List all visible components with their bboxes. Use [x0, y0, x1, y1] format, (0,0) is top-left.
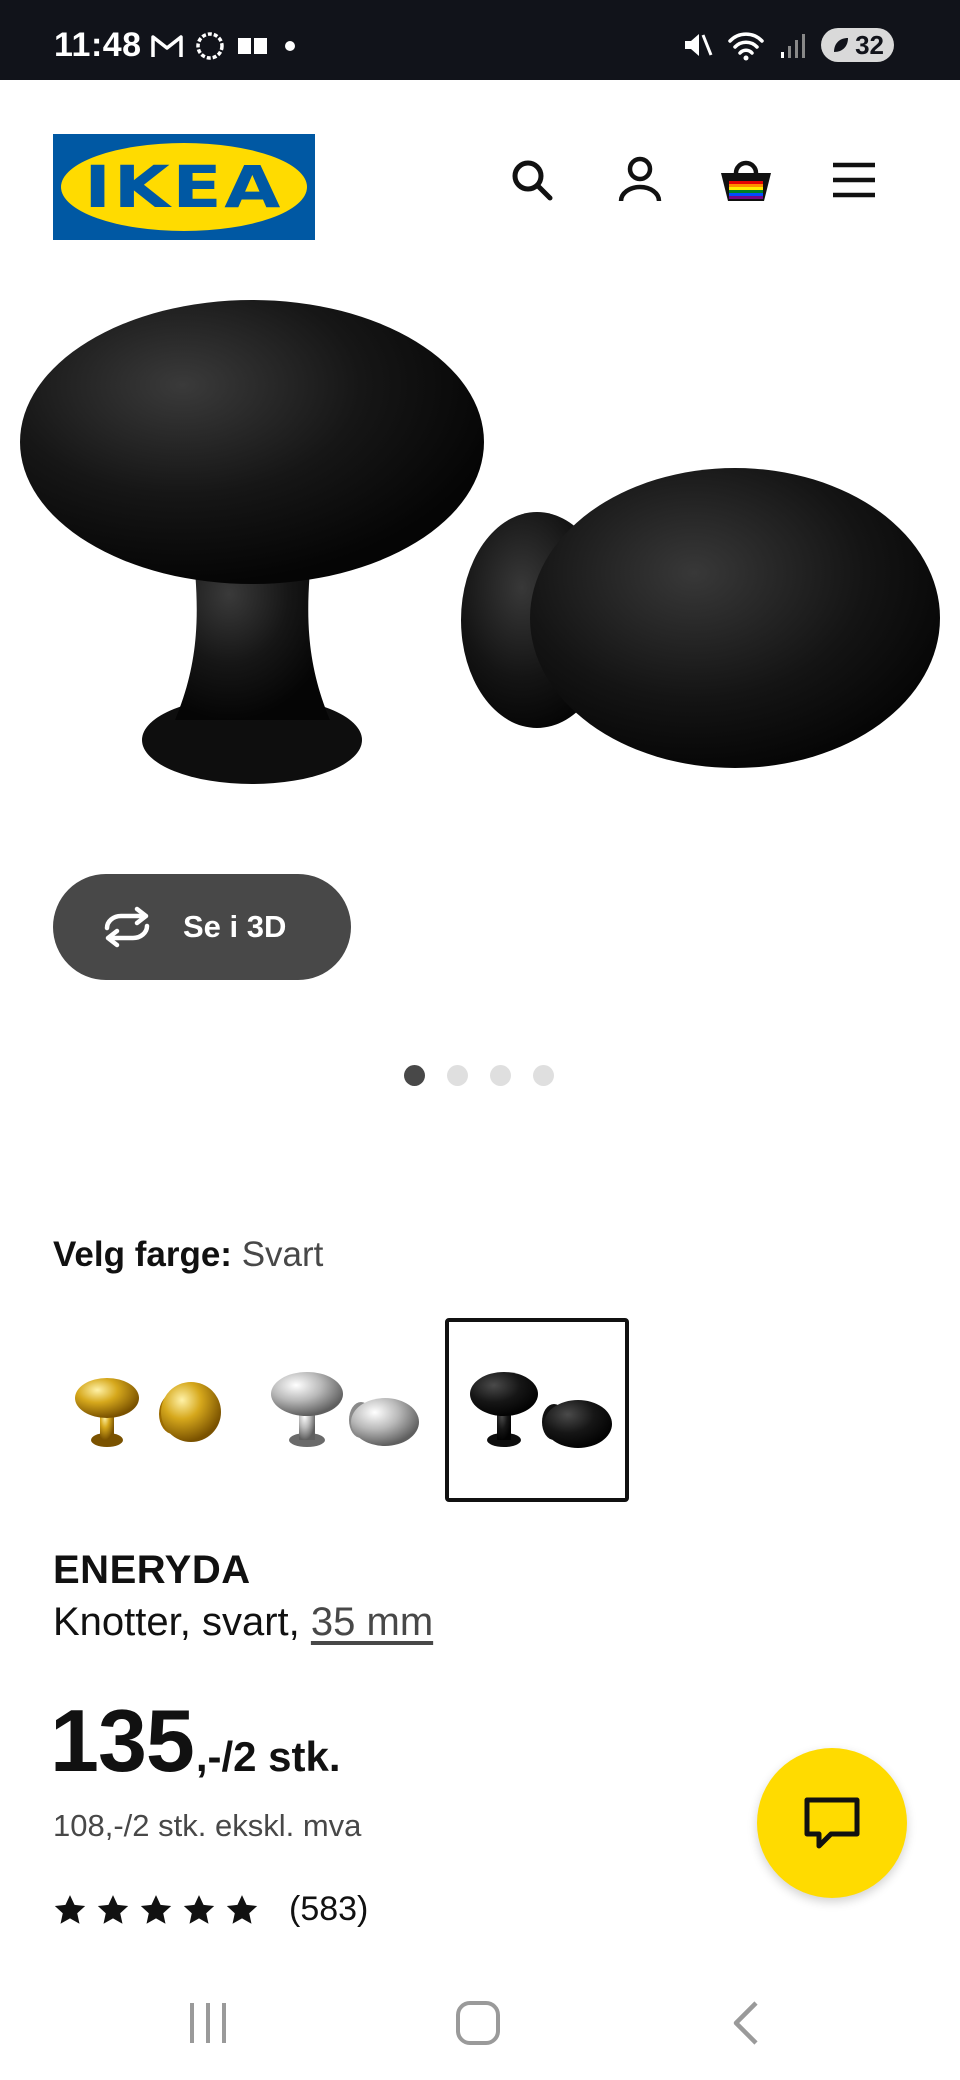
product-image[interactable]	[0, 280, 960, 840]
swatch-chrome[interactable]	[249, 1318, 433, 1502]
gold-knob-thumbnail	[75, 1378, 221, 1447]
color-value: Svart	[241, 1235, 324, 1274]
basket-button[interactable]	[710, 144, 782, 216]
battery-indicator: 32	[821, 28, 894, 62]
recent-apps-button[interactable]	[168, 1988, 248, 2058]
home-icon	[456, 2001, 500, 2045]
logo-oval: IKEA	[61, 143, 307, 231]
product-measure-link[interactable]: 35 mm	[311, 1600, 433, 1644]
product-name: ENERYDA	[53, 1548, 251, 1592]
knob-image	[20, 300, 940, 784]
system-icons: 32	[681, 28, 894, 62]
star-icon	[226, 1894, 258, 1924]
mute-icon	[685, 34, 713, 56]
status-bar: 11:48 32	[0, 0, 960, 80]
system-navigation-bar	[0, 1960, 960, 2080]
price-suffix: ,-/2 stk.	[195, 1733, 341, 1780]
rating-count: (583)	[289, 1890, 369, 1928]
color-swatches	[53, 1318, 629, 1502]
product-price: 135 ,-/2 stk.	[50, 1690, 341, 1792]
home-button[interactable]	[438, 1988, 518, 2058]
menu-icon	[833, 162, 875, 198]
swatch-gold[interactable]	[53, 1318, 237, 1502]
recents-icon	[190, 2003, 226, 2043]
logo-text: IKEA	[84, 153, 284, 221]
carousel-dot-2[interactable]	[447, 1065, 468, 1086]
view-3d-button[interactable]: Se i 3D	[53, 874, 351, 980]
card-icon	[238, 38, 267, 54]
color-selection: Velg farge: Svart	[53, 1235, 323, 1275]
back-button[interactable]	[706, 1988, 786, 2058]
swatch-black[interactable]	[445, 1318, 629, 1502]
chat-button[interactable]	[757, 1748, 907, 1898]
notification-icons	[150, 30, 300, 62]
star-icon	[97, 1894, 129, 1924]
wifi-icon	[728, 32, 764, 61]
black-knob-thumbnail	[470, 1372, 612, 1448]
carousel-dot-4[interactable]	[533, 1065, 554, 1086]
dot-icon	[285, 41, 295, 51]
view-3d-label: Se i 3D	[183, 909, 287, 944]
gmail-icon	[151, 35, 183, 57]
star-icon	[183, 1894, 215, 1924]
star-icon	[140, 1894, 172, 1924]
profile-button[interactable]	[604, 144, 676, 216]
search-icon	[512, 160, 553, 201]
profile-icon	[618, 156, 662, 202]
back-icon	[733, 2001, 758, 2045]
product-rating[interactable]: (583)	[53, 1890, 368, 1929]
color-label: Velg farge:	[53, 1235, 232, 1274]
ikea-logo[interactable]: IKEA	[53, 134, 315, 240]
product-description-text: Knotter, svart,	[53, 1600, 311, 1644]
messenger-icon	[196, 32, 224, 60]
menu-button[interactable]	[818, 144, 890, 216]
rotate-3d-icon	[104, 906, 150, 948]
site-header: IKEA	[0, 80, 960, 280]
star-icon	[54, 1894, 86, 1924]
search-button[interactable]	[496, 144, 568, 216]
price-ex-vat: 108,-/2 stk. ekskl. mva	[53, 1808, 362, 1843]
chat-icon	[804, 1797, 860, 1849]
chrome-knob-thumbnail	[271, 1372, 419, 1447]
carousel-dot-3[interactable]	[490, 1065, 511, 1086]
product-description: Knotter, svart, 35 mm	[53, 1600, 433, 1645]
status-time: 11:48	[54, 26, 142, 64]
price-integer: 135	[50, 1691, 195, 1790]
signal-icon	[781, 34, 806, 58]
basket-icon	[721, 160, 771, 201]
carousel-dots	[404, 1065, 554, 1086]
rating-stars	[53, 1893, 259, 1927]
carousel-dot-1[interactable]	[404, 1065, 425, 1086]
battery-level: 32	[855, 29, 884, 60]
leaf-icon	[834, 38, 849, 52]
